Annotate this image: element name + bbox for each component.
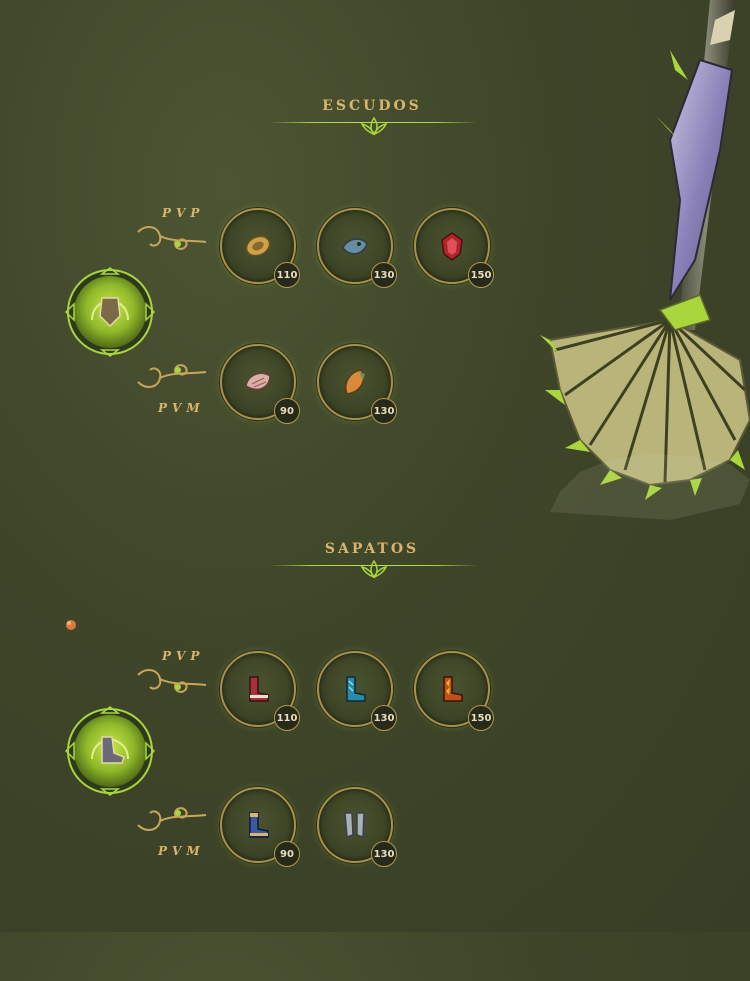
item-slot[interactable]: 90 [220, 787, 300, 867]
lotus-ornament-icon [360, 116, 388, 136]
pvm-label: PVM [158, 844, 205, 858]
section-escudos: ESCUDOS PVP 110 130 150 PVM 90 130 [0, 98, 750, 538]
pvp-label: PVP [162, 206, 205, 220]
item-slot[interactable]: 110 [220, 208, 300, 288]
level-badge: 150 [468, 705, 494, 731]
red-gem-shield-icon [441, 232, 463, 261]
section-title: SAPATOS [324, 541, 420, 557]
swirl-ornament-icon [137, 807, 207, 831]
pvm-label: PVM [158, 401, 205, 415]
gold-blue-boots-icon [249, 812, 269, 838]
item-slot[interactable]: 130 [317, 344, 397, 424]
fire-boots-icon [443, 676, 463, 702]
swirl-ornament-icon [137, 669, 207, 693]
blue-fish-shield-icon [342, 238, 368, 255]
golden-shield-icon [245, 235, 271, 257]
section-sapatos: SAPATOS PVP 110 130 150 PVM 90 130 [0, 541, 750, 981]
level-badge: 90 [274, 841, 300, 867]
level-badge: 130 [371, 262, 397, 288]
item-slot[interactable]: 90 [220, 344, 300, 424]
orange-leaf-shield-icon [345, 369, 365, 395]
level-badge: 110 [274, 262, 300, 288]
level-badge: 130 [371, 841, 397, 867]
swirl-ornament-icon [137, 364, 207, 388]
red-boots-icon [249, 676, 269, 702]
silver-boots-icon [344, 812, 365, 839]
item-slot[interactable]: 130 [317, 787, 397, 867]
item-slot[interactable]: 110 [220, 651, 300, 731]
blue-boots-icon [346, 676, 366, 702]
item-slot[interactable]: 150 [414, 208, 494, 288]
pink-shell-shield-icon [245, 372, 271, 390]
category-shield-badge[interactable] [62, 264, 158, 360]
pvp-label: PVP [162, 649, 205, 663]
section-title: ESCUDOS [322, 98, 422, 114]
category-boot-badge[interactable] [62, 703, 158, 799]
level-badge: 150 [468, 262, 494, 288]
lotus-ornament-icon [360, 559, 388, 579]
level-badge: 110 [274, 705, 300, 731]
item-slot[interactable]: 130 [317, 651, 397, 731]
level-badge: 130 [371, 398, 397, 424]
swirl-ornament-icon [137, 226, 207, 250]
level-badge: 90 [274, 398, 300, 424]
item-slot[interactable]: 130 [317, 208, 397, 288]
item-slot[interactable]: 150 [414, 651, 494, 731]
level-badge: 130 [371, 705, 397, 731]
